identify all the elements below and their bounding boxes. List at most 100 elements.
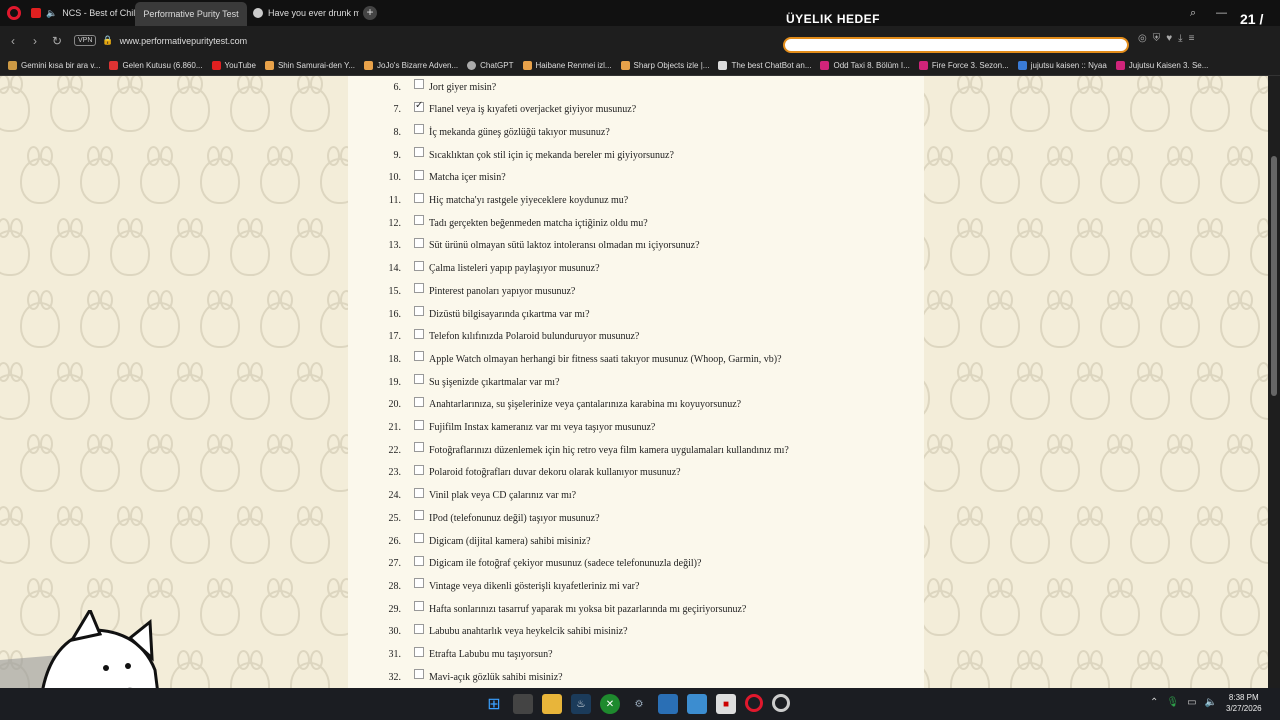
minimize-icon[interactable]: — xyxy=(1216,7,1227,19)
windows-icon[interactable]: ⊞ xyxy=(484,694,504,714)
new-tab-button[interactable]: + xyxy=(363,6,377,20)
tab-bar: 🔈 NCS - Best of Chill Mi Performative Pu… xyxy=(0,0,1280,26)
question-checkbox[interactable] xyxy=(414,124,424,135)
tab-label: NCS - Best of Chill Mi xyxy=(62,8,135,18)
question-checkbox[interactable] xyxy=(414,192,424,203)
file-manager-icon[interactable] xyxy=(513,694,533,714)
bunny-pattern-icon xyxy=(1130,362,1170,420)
question-checkbox[interactable] xyxy=(414,669,424,680)
menu-icon[interactable]: ≡ xyxy=(1189,33,1195,44)
scrollbar[interactable] xyxy=(1268,76,1280,688)
tab-purity-test[interactable]: Performative Purity Test xyxy=(135,2,247,26)
question-checkbox[interactable] xyxy=(414,374,424,385)
bookmark-item[interactable]: ChatGPT xyxy=(467,60,514,70)
question-text: Labubu anahtarlık veya heykelcik sahibi … xyxy=(429,626,628,638)
bunny-pattern-icon xyxy=(1130,76,1170,132)
bookmark-item[interactable]: JoJo's Bizarre Adven... xyxy=(364,60,458,70)
clock[interactable]: 8:38 PM 3/27/2026 xyxy=(1226,692,1262,714)
bookmark-item[interactable]: Shin Samurai-den Y... xyxy=(264,60,355,70)
task-icon[interactable]: ■ xyxy=(716,694,736,714)
question-checkbox[interactable] xyxy=(414,442,424,453)
lock-icon[interactable]: 🔒 xyxy=(102,35,113,46)
question-number: 18. xyxy=(388,353,402,365)
opera-logo-icon[interactable] xyxy=(7,6,21,20)
question-checkbox[interactable] xyxy=(414,351,424,362)
bookmark-item[interactable]: Odd Taxi 8. Bölüm I... xyxy=(820,60,910,70)
question-checkbox[interactable] xyxy=(414,419,424,430)
bunny-pattern-icon xyxy=(230,362,270,420)
question-checkbox[interactable] xyxy=(414,533,424,543)
question-checkbox[interactable] xyxy=(414,555,424,566)
question-checkbox[interactable] xyxy=(414,646,424,657)
question-checkbox[interactable] xyxy=(414,100,424,112)
folder-icon[interactable] xyxy=(542,694,562,714)
question-checkbox[interactable] xyxy=(414,147,424,158)
reload-icon[interactable]: ↻ xyxy=(46,34,68,48)
question-checkbox[interactable] xyxy=(414,578,424,589)
url-field[interactable]: www.performativepuritytest.com xyxy=(120,36,248,46)
bunny-pattern-icon xyxy=(1040,578,1080,636)
bookmark-item[interactable]: Gemini kısa bir ara v... xyxy=(8,60,100,70)
question-number: 10. xyxy=(388,172,402,184)
question-checkbox[interactable] xyxy=(414,283,424,294)
bunny-pattern-icon xyxy=(1190,76,1230,132)
network-icon[interactable]: ▭ xyxy=(1187,697,1196,708)
settings-icon[interactable]: ⚙ xyxy=(629,694,649,714)
bookmark-item[interactable]: Jujutsu Kaisen 3. Se... xyxy=(1115,60,1208,70)
volume-icon[interactable]: 🔈 xyxy=(1205,697,1217,708)
bunny-pattern-icon xyxy=(950,362,990,420)
microphone-icon[interactable]: 🎙 xyxy=(1166,697,1179,708)
store-icon[interactable] xyxy=(658,694,678,714)
chevron-up-icon[interactable]: ⌃ xyxy=(1150,697,1158,708)
steam-icon[interactable]: ♨ xyxy=(571,694,591,714)
question-checkbox[interactable] xyxy=(414,396,424,407)
bookmark-icon xyxy=(718,60,728,70)
camera-icon[interactable]: ◎ xyxy=(1138,33,1147,44)
question-checkbox[interactable] xyxy=(414,260,424,271)
bunny-pattern-icon xyxy=(1070,76,1110,132)
youtube-icon xyxy=(31,8,41,18)
bookmark-item[interactable]: Fire Force 3. Sezon... xyxy=(918,60,1009,70)
heart-icon[interactable]: ♥ xyxy=(1166,33,1172,44)
speaker-icon[interactable]: 🔈 xyxy=(46,8,57,19)
shield-icon[interactable]: ⛨ xyxy=(1153,33,1161,44)
bookmark-item[interactable]: The best ChatBot an... xyxy=(718,60,811,70)
search-input[interactable] xyxy=(783,37,1129,53)
bunny-pattern-icon xyxy=(0,362,30,420)
question-checkbox[interactable] xyxy=(414,215,424,226)
question-checkbox[interactable] xyxy=(414,464,424,475)
bunny-pattern-icon xyxy=(50,76,90,132)
opera-gx-icon[interactable] xyxy=(772,694,790,712)
tab-matcha[interactable]: Have you ever drunk matc xyxy=(247,2,359,24)
question-checkbox[interactable] xyxy=(414,169,424,180)
bookmark-icon xyxy=(522,60,532,70)
scrollbar-thumb[interactable] xyxy=(1271,156,1277,396)
tab-ncs[interactable]: 🔈 NCS - Best of Chill Mi xyxy=(25,2,135,24)
question-checkbox[interactable] xyxy=(414,487,424,498)
download-icon[interactable]: ⤓ xyxy=(1178,33,1182,44)
question-checkbox[interactable] xyxy=(414,510,424,521)
xbox-icon[interactable]: ✕ xyxy=(600,694,620,714)
search-tabs-icon[interactable]: ⌕ xyxy=(1190,7,1196,20)
question-checkbox[interactable] xyxy=(414,79,424,89)
bunny-pattern-icon xyxy=(1100,146,1140,204)
back-icon[interactable]: ‹ xyxy=(2,34,24,48)
question-checkbox[interactable] xyxy=(414,306,424,316)
bookmark-item[interactable]: Sharp Objects izle |... xyxy=(620,60,709,70)
question-checkbox[interactable] xyxy=(414,328,424,339)
snip-icon[interactable] xyxy=(687,694,707,714)
question-checkbox[interactable] xyxy=(414,623,424,634)
vpn-badge[interactable]: VPN xyxy=(74,35,97,46)
bookmark-item[interactable]: Gelen Kutusu (6.860... xyxy=(109,60,203,70)
question-text: IPod (telefonunuz değil) taşıyor musunuz… xyxy=(429,512,600,524)
forward-icon[interactable]: › xyxy=(24,34,46,48)
question-checkbox[interactable] xyxy=(414,237,424,248)
bunny-pattern-icon xyxy=(260,434,300,492)
bookmark-item[interactable]: jujutsu kaisen :: Nyaa xyxy=(1017,60,1107,70)
bookmark-item[interactable]: YouTube xyxy=(211,60,256,70)
opera-icon[interactable] xyxy=(745,694,763,712)
question-checkbox[interactable] xyxy=(414,601,424,612)
bunny-pattern-icon xyxy=(980,434,1020,492)
bunny-pattern-icon xyxy=(80,146,120,204)
bookmark-item[interactable]: Haibane Renmei izl... xyxy=(522,60,612,70)
